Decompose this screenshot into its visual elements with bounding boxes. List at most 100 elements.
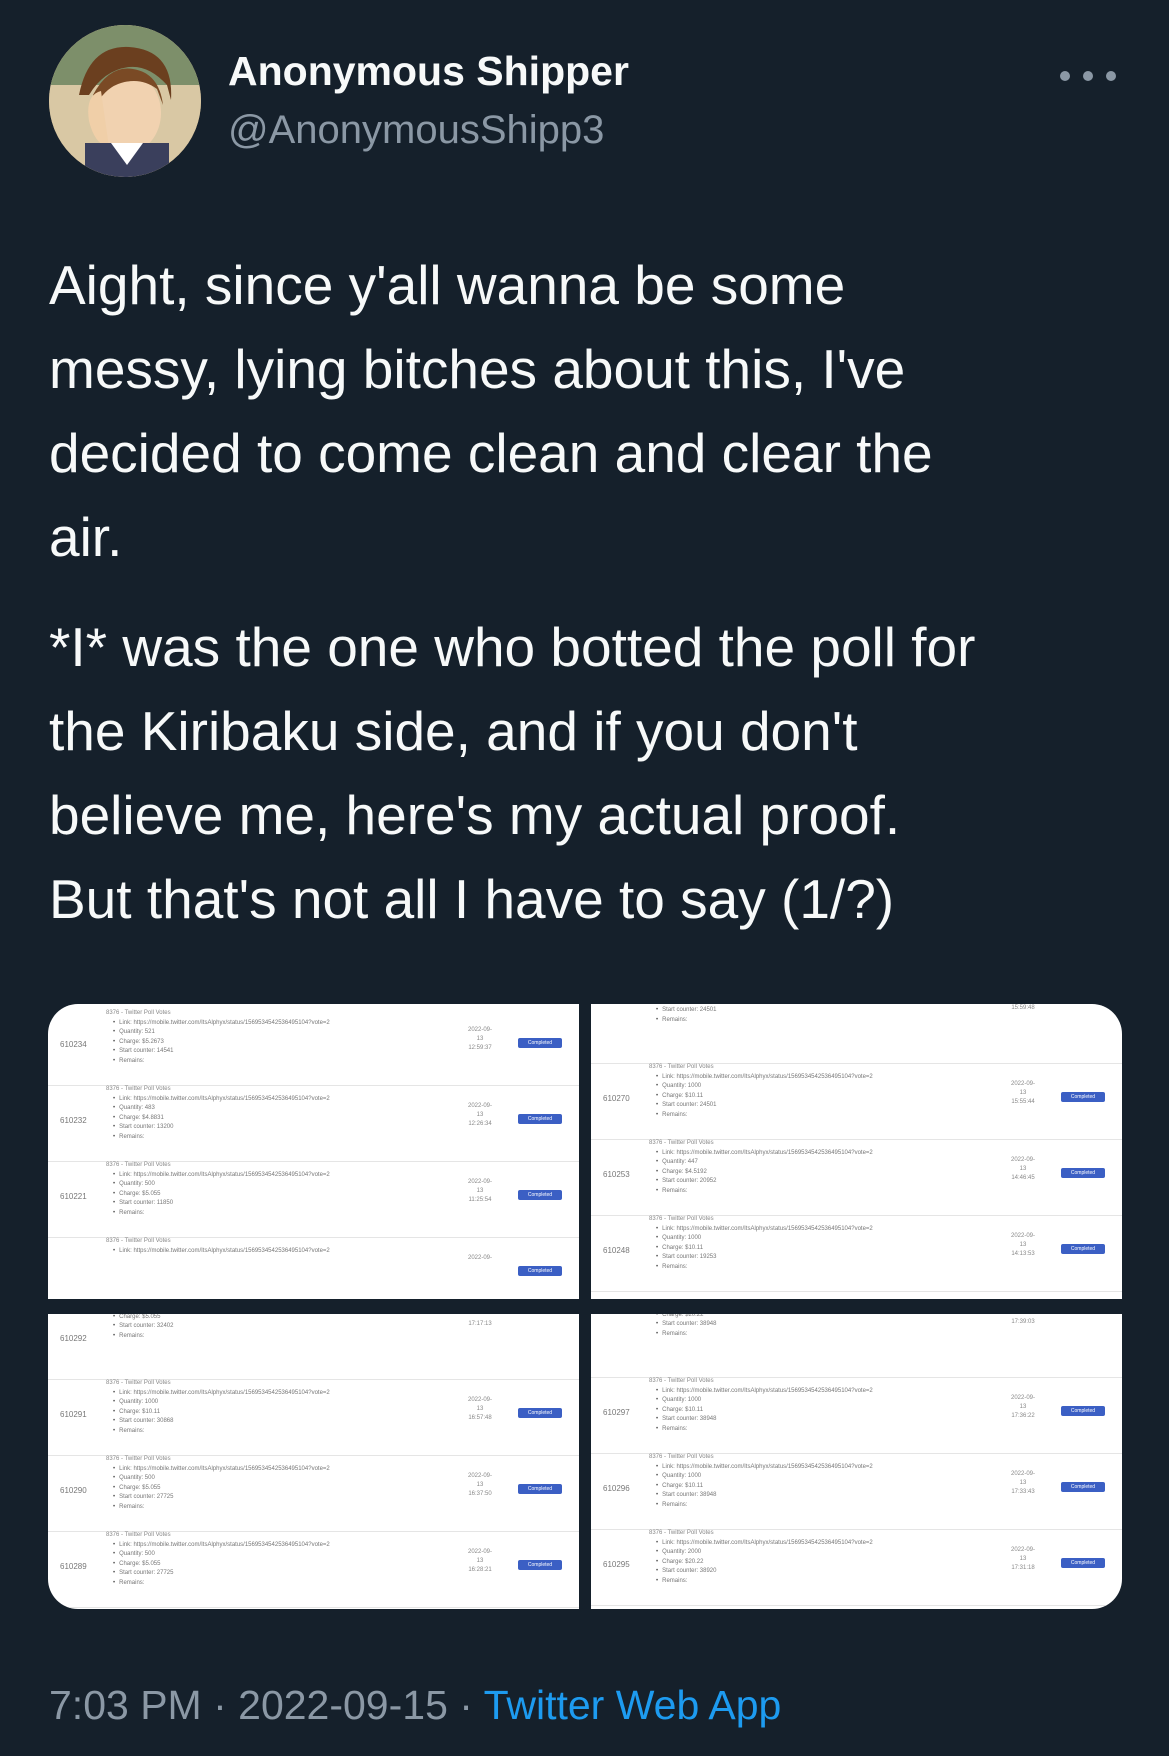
order-day: 13 — [476, 1036, 484, 1042]
status-badge: Completed — [1061, 1244, 1105, 1254]
status-badge: Completed — [518, 1408, 562, 1418]
order-day: 13 — [1019, 1480, 1027, 1486]
media-grid: 610234 8376 - Twitter Poll Votes Link: htt… — [48, 1004, 1122, 1609]
order-detail-item: Remains: — [656, 1577, 873, 1586]
order-detail-item: Charge: $5.055 — [113, 1190, 330, 1199]
status-badge: Completed — [1061, 1558, 1105, 1568]
order-detail-item: Quantity: 1000 — [656, 1472, 873, 1481]
order-detail-item: Start counter: 14541 — [113, 1047, 330, 1056]
order-time: 15:55:44 — [1011, 1099, 1035, 1105]
order-datetime: 2022-09- 13 14:13:53 — [1005, 1232, 1041, 1259]
order-datetime: 17:39:03 — [1005, 1318, 1041, 1327]
order-row: 610291 8376 - Twitter Poll Votes Link: htt… — [48, 1380, 579, 1456]
tweet-date[interactable]: 2022-09-15 — [238, 1682, 448, 1728]
order-date: 2022-09- — [467, 1255, 493, 1261]
order-time: 15:59:48 — [1011, 1005, 1035, 1011]
order-details: Link: https://mobile.twitter.com/ItsAlph… — [656, 1387, 873, 1434]
status-badge: Completed — [518, 1190, 562, 1200]
order-service-title: 8376 - Twitter Poll Votes — [649, 1140, 714, 1146]
order-details: Charge: $20.22Start counter: 38948Remain… — [656, 1314, 716, 1339]
more-options-button[interactable] — [1060, 58, 1116, 94]
order-service-title: 8376 - Twitter Poll Votes — [649, 1216, 714, 1222]
order-detail-item: Start counter: 11850 — [113, 1199, 330, 1208]
media-image-1[interactable]: 610234 8376 - Twitter Poll Votes Link: htt… — [48, 1004, 579, 1299]
order-row: 610297 8376 - Twitter Poll Votes Link: htt… — [591, 1378, 1122, 1454]
tweet-line: Aight, since y'all wanna be some — [49, 254, 846, 316]
order-detail-item: Charge: $10.11 — [656, 1482, 873, 1491]
order-day: 13 — [1019, 1166, 1027, 1172]
order-time: 16:28:21 — [468, 1567, 492, 1573]
status-badge: Completed — [518, 1266, 562, 1276]
order-detail-item: Remains: — [656, 1111, 873, 1120]
order-row: 610289 8376 - Twitter Poll Votes Link: htt… — [48, 1532, 579, 1608]
order-datetime: 2022-09- 13 15:55:44 — [1005, 1080, 1041, 1107]
order-id: 610290 — [60, 1486, 87, 1495]
order-detail-item: Start counter: 27725 — [113, 1569, 330, 1578]
tweet-line: air. — [49, 506, 123, 568]
order-detail-item: Charge: $20.22 — [656, 1558, 873, 1567]
media-image-4[interactable]: Charge: $20.22Start counter: 38948Remain… — [591, 1314, 1122, 1609]
order-detail-item: Remains: — [656, 1187, 873, 1196]
order-row: Charge: $10.11Start counter: 24501Remain… — [591, 1004, 1122, 1064]
order-id: 610221 — [60, 1192, 87, 1201]
order-date: 2022-09- — [467, 1397, 493, 1403]
order-detail-item: Remains: — [113, 1579, 330, 1588]
order-detail-item: Charge: $10.11 — [656, 1092, 873, 1101]
order-detail-item: Remains: — [656, 1263, 873, 1272]
order-id: 610295 — [603, 1560, 630, 1569]
order-detail-item: Charge: $10.11 — [113, 1408, 330, 1417]
order-datetime: 2022-09- 13 11:25:54 — [462, 1178, 498, 1205]
order-detail-item: Remains: — [656, 1330, 716, 1339]
order-detail-item: Charge: $10.11 — [656, 1406, 873, 1415]
order-detail-item: Link: https://mobile.twitter.com/ItsAlph… — [113, 1541, 330, 1550]
order-date: 2022-09- — [467, 1549, 493, 1555]
media-image-3[interactable]: 610292Charge: $5.055Start counter: 32402… — [48, 1314, 579, 1609]
order-detail-item: Link: https://mobile.twitter.com/ItsAlph… — [113, 1389, 330, 1398]
author-handle[interactable]: @AnonymousShipp3 — [228, 108, 604, 153]
order-datetime: 17:17:13 — [462, 1320, 498, 1329]
order-row: Charge: $20.22Start counter: 38948Remain… — [591, 1314, 1122, 1378]
tweet-time[interactable]: 7:03 PM — [49, 1682, 202, 1728]
order-detail-item: Charge: $4.5192 — [656, 1168, 873, 1177]
order-detail-item: Start counter: 19253 — [656, 1253, 873, 1262]
order-details: Link: https://mobile.twitter.com/ItsAlph… — [113, 1247, 330, 1256]
tweet-line: the Kiribaku side, and if you don't — [49, 700, 858, 762]
order-row: 610292 Charge: $5.055Start counter: 32402… — [48, 1314, 579, 1380]
order-detail-item: Charge: $5.2673 — [113, 1038, 330, 1047]
media-image-2[interactable]: Charge: $10.11Start counter: 24501Remain… — [591, 1004, 1122, 1299]
avatar[interactable] — [49, 25, 201, 177]
author-display-name[interactable]: Anonymous Shipper — [228, 48, 629, 95]
order-detail-item: Start counter: 24501 — [656, 1006, 716, 1015]
order-detail-item: Remains: — [113, 1057, 330, 1066]
order-service-title: 8376 - Twitter Poll Votes — [649, 1530, 714, 1536]
order-service-title: 8376 - Twitter Poll Votes — [106, 1532, 171, 1538]
source-app-link[interactable]: Twitter Web App — [484, 1682, 782, 1728]
order-service-title: 8376 - Twitter Poll Votes — [106, 1162, 171, 1168]
tweet-paragraph-2: *I* was the one who botted the poll for … — [49, 605, 1129, 941]
order-detail-item: Link: https://mobile.twitter.com/ItsAlph… — [113, 1247, 330, 1256]
order-detail-item: Quantity: 447 — [656, 1158, 873, 1167]
order-details: Charge: $10.11Start counter: 24501Remain… — [656, 1004, 716, 1025]
avatar-image — [49, 25, 201, 177]
order-detail-item: Remains: — [113, 1503, 330, 1512]
order-detail-item: Remains: — [113, 1209, 330, 1218]
order-time: 11:25:54 — [468, 1197, 492, 1203]
row-divider — [591, 1605, 1122, 1606]
order-time: 16:57:48 — [468, 1415, 492, 1421]
order-detail-item: Charge: $4.8831 — [113, 1114, 330, 1123]
status-badge: Completed — [518, 1114, 562, 1124]
order-detail-item: Charge: $10.11 — [656, 1244, 873, 1253]
order-detail-item: Quantity: 500 — [113, 1180, 330, 1189]
order-detail-item: Remains: — [656, 1501, 873, 1510]
order-details: Charge: $5.055Start counter: 32402Remain… — [113, 1314, 173, 1341]
order-detail-item: Quantity: 1000 — [113, 1398, 330, 1407]
more-horizontal-icon — [1106, 71, 1116, 81]
order-time: 17:31:18 — [1011, 1565, 1035, 1571]
order-details: Link: https://mobile.twitter.com/ItsAlph… — [113, 1389, 330, 1436]
order-date: 2022-09- — [467, 1473, 493, 1479]
order-detail-item: Remains: — [656, 1016, 716, 1025]
order-details: Link: https://mobile.twitter.com/ItsAlph… — [113, 1019, 330, 1066]
order-row: 610253 8376 - Twitter Poll Votes Link: htt… — [591, 1140, 1122, 1216]
more-horizontal-icon — [1060, 71, 1070, 81]
order-datetime: 2022-09- 13 12:59:37 — [462, 1026, 498, 1053]
